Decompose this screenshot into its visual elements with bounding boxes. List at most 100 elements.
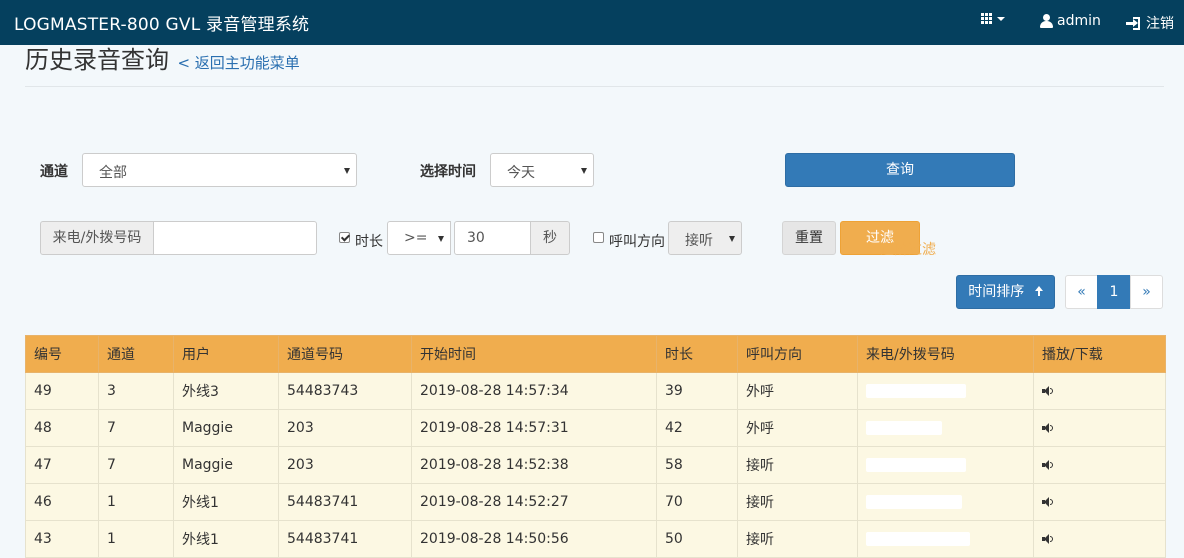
cell-channel: 3: [98, 372, 174, 410]
cell-channel: 7: [98, 409, 174, 447]
select-arrow-icon: [438, 236, 444, 242]
cell-start-time: 2019-08-28 14:57:31: [411, 409, 657, 447]
phone-number-input[interactable]: [153, 221, 317, 255]
logout-icon: [1126, 16, 1140, 30]
redacted-phone: [866, 384, 966, 398]
reset-button[interactable]: 重置: [782, 221, 836, 255]
channel-select[interactable]: 全部: [82, 153, 357, 187]
grid-icon: [981, 13, 992, 24]
page-title: 历史录音查询: [25, 46, 169, 74]
cell-phone: [857, 520, 1034, 558]
speaker-icon[interactable]: [1042, 386, 1054, 396]
header-play-download: 播放/下载: [1033, 335, 1166, 373]
cell-play: [1033, 483, 1166, 521]
header-channel[interactable]: 通道: [98, 335, 174, 373]
cell-id: 46: [25, 483, 99, 521]
select-arrow-icon: [729, 236, 735, 242]
redacted-phone: [866, 458, 966, 472]
user-menu-link[interactable]: admin: [1040, 13, 1101, 29]
redacted-phone: [866, 532, 970, 546]
duration-value-input[interactable]: 30: [454, 221, 531, 255]
table-row: 43 1 外线1 54483741 2019-08-28 14:50:56 50…: [25, 520, 1166, 558]
page-1-button[interactable]: 1: [1097, 275, 1131, 309]
table-row: 46 1 外线1 54483741 2019-08-28 14:52:27 70…: [25, 483, 1166, 521]
apps-menu-button[interactable]: [981, 13, 1005, 24]
cell-user: 外线3: [173, 372, 279, 410]
cell-play: [1033, 520, 1166, 558]
cell-user: Maggie: [173, 446, 279, 484]
table-row: 48 7 Maggie 203 2019-08-28 14:57:31 42 外…: [25, 409, 1166, 447]
cell-phone: [857, 409, 1034, 447]
cell-channel: 1: [98, 483, 174, 521]
logout-link[interactable]: 注销: [1126, 13, 1174, 33]
back-to-menu-link[interactable]: < 返回主功能菜单: [177, 54, 299, 72]
speaker-icon[interactable]: [1042, 460, 1054, 470]
duration-unit-addon: 秒: [530, 221, 570, 255]
cell-play: [1033, 446, 1166, 484]
table-row: 49 3 外线3 54483743 2019-08-28 14:57:34 39…: [25, 372, 1166, 410]
cell-id: 47: [25, 446, 99, 484]
cell-direction: 接听: [737, 446, 858, 484]
table-row: 47 7 Maggie 203 2019-08-28 14:52:38 58 接…: [25, 446, 1166, 484]
pagination: « 1 »: [1065, 275, 1163, 309]
header-start-time[interactable]: 开始时间: [411, 335, 657, 373]
header-id[interactable]: 编号: [25, 335, 99, 373]
header-duration[interactable]: 时长: [656, 335, 738, 373]
cell-id: 48: [25, 409, 99, 447]
cell-user: Maggie: [173, 409, 279, 447]
cell-play: [1033, 409, 1166, 447]
cell-duration: 42: [656, 409, 738, 447]
select-arrow-icon: [581, 168, 587, 174]
duration-checkbox[interactable]: [339, 232, 350, 243]
page-header: 历史录音查询 < 返回主功能菜单: [25, 40, 1164, 87]
cell-direction: 接听: [737, 483, 858, 521]
advanced-filter-link[interactable]: 进阶过滤: [866, 239, 936, 259]
query-button[interactable]: 查询: [785, 153, 1015, 187]
channel-select-value: 全部: [99, 165, 127, 181]
duration-operator-select[interactable]: >=: [387, 221, 451, 255]
cell-direction: 外呼: [737, 409, 858, 447]
cell-start-time: 2019-08-28 14:52:38: [411, 446, 657, 484]
prev-page-button[interactable]: «: [1065, 275, 1098, 309]
time-select-value: 今天: [507, 165, 535, 181]
sort-up-icon: [1034, 286, 1043, 296]
table-header-row: 编号 通道 用户 通道号码 开始时间 时长 呼叫方向 来电/外拨号码 播放/下载: [25, 335, 1166, 373]
cell-duration: 58: [656, 446, 738, 484]
cell-user: 外线1: [173, 483, 279, 521]
speaker-icon[interactable]: [1042, 423, 1054, 433]
cell-number: 54483741: [278, 520, 412, 558]
direction-select-value: 接听: [685, 233, 713, 249]
duration-label: 时长: [355, 234, 383, 250]
speaker-icon[interactable]: [1042, 534, 1054, 544]
header-phone[interactable]: 来电/外拨号码: [857, 335, 1034, 373]
cell-phone: [857, 372, 1034, 410]
direction-select[interactable]: 接听: [668, 221, 742, 255]
cell-number: 203: [278, 409, 412, 447]
user-icon: [1040, 14, 1053, 28]
cell-start-time: 2019-08-28 14:50:56: [411, 520, 657, 558]
app-brand[interactable]: LOGMASTER-800 GVL 录音管理系统: [14, 10, 309, 35]
header-number[interactable]: 通道号码: [278, 335, 412, 373]
time-label: 选择时间: [420, 164, 476, 180]
user-name: admin: [1057, 13, 1101, 29]
phone-addon-label: 来电/外拨号码: [40, 221, 154, 255]
cell-number: 203: [278, 446, 412, 484]
speaker-icon[interactable]: [1042, 497, 1054, 507]
select-arrow-icon: [344, 168, 350, 174]
cell-channel: 1: [98, 520, 174, 558]
time-select[interactable]: 今天: [490, 153, 594, 187]
direction-label: 呼叫方向: [609, 234, 665, 250]
time-sort-button[interactable]: 时间排序: [956, 275, 1055, 309]
next-page-button[interactable]: »: [1130, 275, 1163, 309]
cell-user: 外线1: [173, 520, 279, 558]
cell-phone: [857, 446, 1034, 484]
channel-label: 通道: [40, 164, 68, 180]
cell-phone: [857, 483, 1034, 521]
header-user[interactable]: 用户: [173, 335, 279, 373]
header-direction[interactable]: 呼叫方向: [737, 335, 858, 373]
cell-direction: 外呼: [737, 372, 858, 410]
redacted-phone: [866, 495, 962, 509]
direction-checkbox[interactable]: [593, 232, 604, 243]
cell-channel: 7: [98, 446, 174, 484]
cell-number: 54483743: [278, 372, 412, 410]
